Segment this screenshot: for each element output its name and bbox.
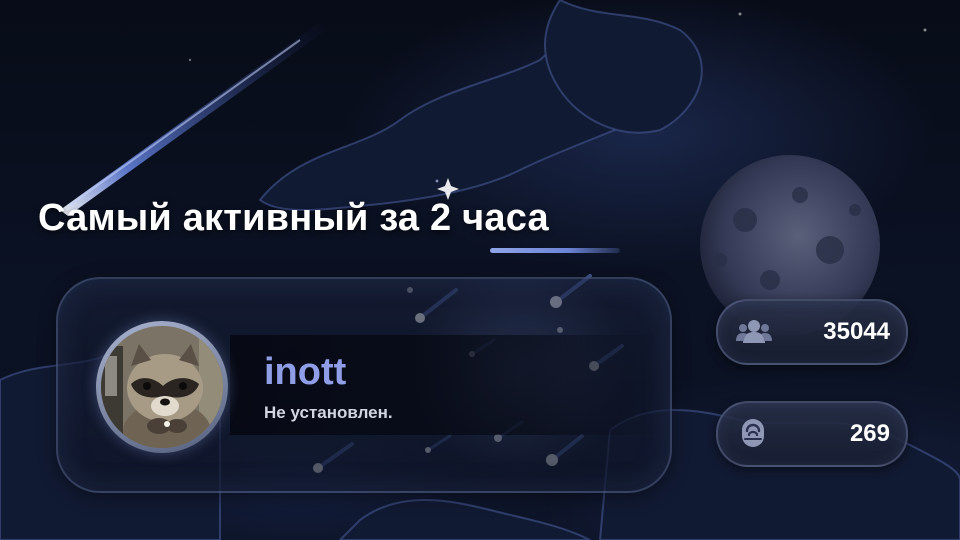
raccoon-icon — [101, 326, 223, 448]
members-count: 35044 — [823, 318, 890, 345]
voice-count-badge: 269 — [716, 401, 908, 467]
top-user-card[interactable]: inott Не установлен. — [56, 277, 672, 493]
users-icon — [736, 315, 772, 349]
username[interactable]: inott — [264, 351, 346, 394]
user-status: Не установлен. — [264, 403, 393, 422]
microphone-icon — [736, 417, 772, 451]
banner-title: Самый активный за 2 часа — [38, 197, 549, 239]
members-count-badge: 35044 — [716, 299, 908, 365]
raccoon-avatar[interactable] — [101, 326, 223, 448]
avatar-frame — [96, 321, 228, 453]
voice-count: 269 — [849, 420, 890, 447]
title-accent-underline — [490, 248, 620, 253]
